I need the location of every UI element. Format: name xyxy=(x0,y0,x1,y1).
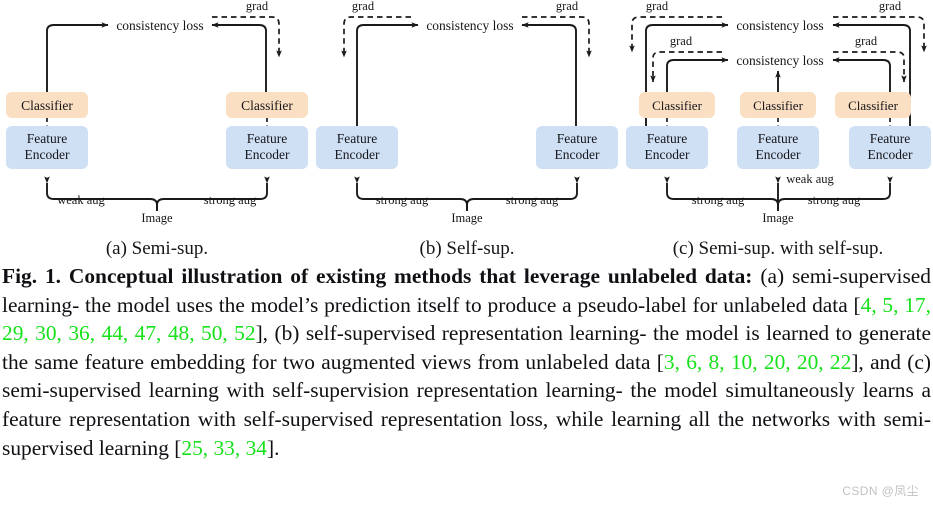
panel-c-inner-left-grad-arrow xyxy=(650,51,722,83)
panel-c-inner-left-grad-label: grad xyxy=(670,34,693,48)
panel-b-left-encoder-label-2: Encoder xyxy=(335,147,380,162)
panel-a-left-classifier-label: Classifier xyxy=(21,98,73,113)
panel-c-outer-left-grad-label: grad xyxy=(646,0,669,13)
panel-c-right-encoder-label-1: Feature xyxy=(870,131,910,146)
panel-c-middle-encoder-label-2: Encoder xyxy=(756,147,801,162)
panel-b-right-grad-arrow xyxy=(522,16,592,58)
panel-a-image-label: Image xyxy=(141,211,173,225)
panel-b-image-label: Image xyxy=(451,211,483,225)
panel-a-consistency-loss-label: consistency loss xyxy=(116,18,203,33)
panel-c-image-label: Image xyxy=(762,211,794,225)
panel-b-right-strong-aug-label: strong aug xyxy=(506,193,559,207)
panel-c-right-encoder-label-2: Encoder xyxy=(868,147,913,162)
panel-a-left-encoder-label-2: Encoder xyxy=(25,147,70,162)
panel-c-middle-encoder-label-1: Feature xyxy=(758,131,798,146)
panel-c-weak-aug-label: weak aug xyxy=(786,172,834,186)
caption-fig-label: Fig. 1. xyxy=(2,264,61,288)
panel-c-left-classifier-label: Classifier xyxy=(652,98,702,113)
panel-a-right-encoder-label-1: Feature xyxy=(247,131,287,146)
panel-c-inner-consistency-loss-label: consistency loss xyxy=(736,53,823,68)
panel-b-left-encoder-label-1: Feature xyxy=(337,131,377,146)
csdn-watermark: CSDN @凤尘 xyxy=(842,484,919,498)
panel-c-left-encoder-label-1: Feature xyxy=(647,131,687,146)
panel-b-left-grad-label: grad xyxy=(352,0,375,13)
figure-caption: Fig. 1. Conceptual illustration of exist… xyxy=(0,262,933,462)
panel-a-weak-aug-label: weak aug xyxy=(57,193,105,207)
panel-b-right-to-loss-arrow xyxy=(521,22,577,130)
panel-b-right-encoder-label-1: Feature xyxy=(557,131,597,146)
panel-b-left-grad-arrow xyxy=(341,16,411,58)
panel-a-grad-label: grad xyxy=(246,0,269,13)
subcaption-a: (a) Semi-sup. xyxy=(106,238,208,259)
caption-bold-title: Conceptual illustration of existing meth… xyxy=(68,264,753,288)
panel-c-inner-right-grad-arrow xyxy=(833,51,907,83)
panel-c-outer-right-grad-label: grad xyxy=(879,0,902,13)
panel-b-left-strong-aug-label: strong aug xyxy=(376,193,429,207)
panel-c-right-strong-aug-label: strong aug xyxy=(808,193,861,207)
panel-c-right-classifier-label: Classifier xyxy=(848,98,898,113)
panel-c-inner-right-grad-label: grad xyxy=(855,34,878,48)
panel-b-right-encoder-label-2: Encoder xyxy=(555,147,600,162)
subcaption-b: (b) Self-sup. xyxy=(420,238,515,259)
panel-a-right-classifier-label: Classifier xyxy=(241,98,293,113)
caption-body-4: ]. xyxy=(266,435,280,460)
panel-a-right-to-loss-arrow xyxy=(211,22,267,99)
panel-a-right-encoder-label-2: Encoder xyxy=(245,147,290,162)
panel-c-inner-left-to-loss-arrow xyxy=(666,57,729,92)
panel-a-grad-arrow xyxy=(212,16,282,58)
panel-b-right-grad-label: grad xyxy=(556,0,579,13)
caption-paragraph: Fig. 1. Conceptual illustration of exist… xyxy=(0,262,933,462)
panel-c-left-encoder-label-2: Encoder xyxy=(645,147,690,162)
panel-c-outer-consistency-loss-label: consistency loss xyxy=(736,18,823,33)
panel-a-left-to-loss-arrow xyxy=(46,22,109,99)
subcaption-c: (c) Semi-sup. with self-sup. xyxy=(673,238,884,259)
panel-a-left-encoder-label-1: Feature xyxy=(27,131,67,146)
panel-a-strong-aug-label: strong aug xyxy=(204,193,257,207)
panel-b-left-to-loss-arrow xyxy=(356,22,419,130)
caption-citations-2: 3, 6, 8, 10, 20, 20, 22 xyxy=(663,349,852,374)
caption-citations-3: 25, 33, 34 xyxy=(181,435,267,460)
panel-c-middle-classifier-label: Classifier xyxy=(753,98,803,113)
panel-c-inner-right-to-loss-arrow xyxy=(832,57,891,92)
panel-b-consistency-loss-label: consistency loss xyxy=(426,18,513,33)
panel-c-left-strong-aug-label: strong aug xyxy=(692,193,745,207)
figure-diagram: grad consistency loss Classifier Classif… xyxy=(6,0,931,259)
figure-panels: grad consistency loss Classifier Classif… xyxy=(0,0,933,262)
